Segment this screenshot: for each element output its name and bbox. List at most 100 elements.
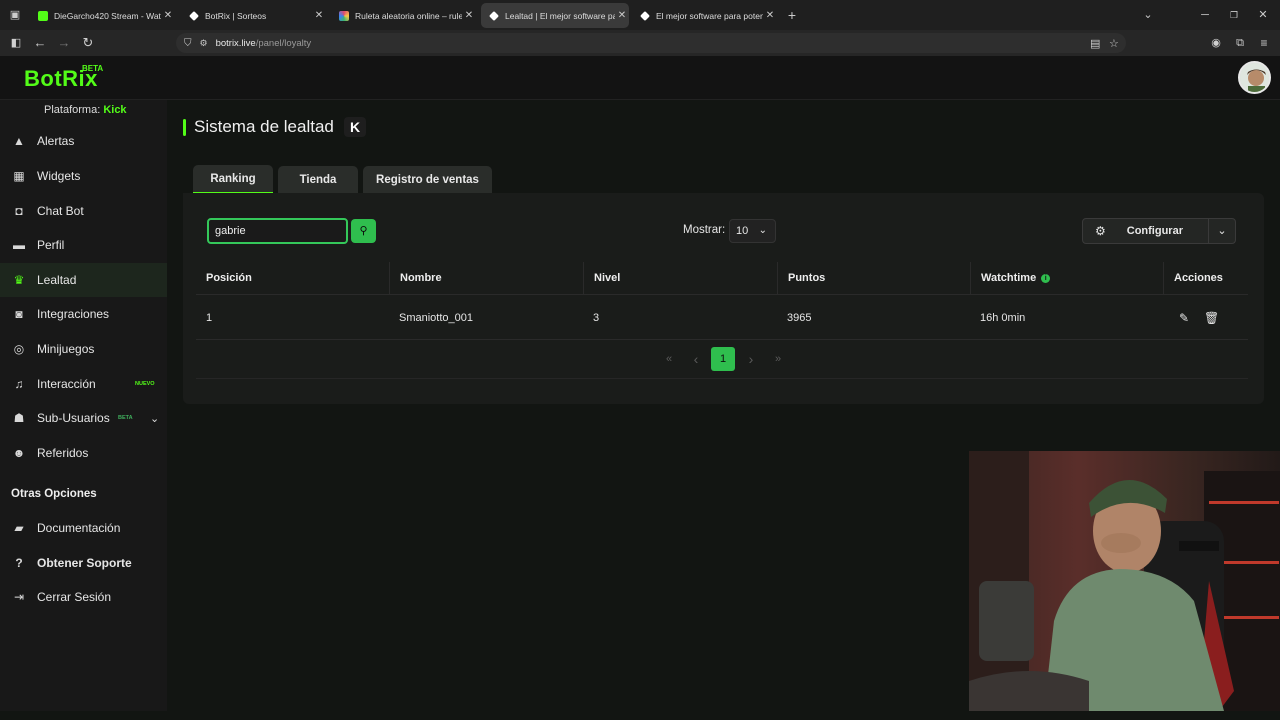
browser-tab[interactable]: Ruleta aleatoria online – ruleta de ✕ [331, 3, 476, 28]
kick-platform-icon: K [344, 117, 366, 137]
kick-favicon-icon [38, 10, 48, 21]
sidebar-item-perfil[interactable]: ▬ Perfil [0, 228, 167, 262]
search-button[interactable]: ⚲ [351, 219, 376, 243]
app-header [0, 56, 1280, 100]
configure-button[interactable]: ⚙ Configurar [1082, 218, 1209, 244]
page-current-button[interactable]: 1 [711, 347, 735, 371]
address-bar-row: ◧ ← → ↻ ⛉ ⚙ botrix.live/panel/loyalty ▤ … [0, 30, 1280, 56]
extensions-icon[interactable]: ⧉ [1231, 34, 1249, 52]
beta-badge: BETA [82, 64, 104, 73]
table-header: Posición Nombre Nivel Puntos Watchtime i … [196, 262, 1248, 295]
avatar[interactable] [1238, 61, 1271, 94]
minimize-icon[interactable]: ─ [1196, 6, 1214, 24]
info-icon[interactable]: i [1041, 273, 1051, 283]
sidebar-item-widgets[interactable]: ▦ Widgets [0, 159, 167, 193]
wheel-favicon-icon [339, 10, 349, 21]
page-last-button[interactable]: » [766, 347, 790, 371]
column-header: Nivel [583, 262, 777, 295]
tab-registro-ventas[interactable]: Registro de ventas [363, 166, 492, 194]
question-icon: ? [15, 556, 23, 570]
section-title: Otras Opciones [11, 488, 97, 500]
sidebar-item-referidos[interactable]: ☻ Referidos [0, 436, 167, 470]
grid-icon: ▦ [13, 169, 25, 183]
trophy-icon: ♛ [13, 273, 25, 287]
users-icon: ☗ [13, 411, 25, 425]
close-tab-icon[interactable]: ✕ [161, 10, 175, 21]
new-tab-button[interactable]: + [783, 6, 801, 24]
close-tab-icon[interactable]: ✕ [615, 10, 629, 21]
bookmark-star-icon[interactable]: ☆ [1109, 37, 1119, 50]
browser-tab-active[interactable]: Lealtad | El mejor software para p ✕ [481, 3, 629, 28]
column-header-watchtime: Watchtime i [970, 262, 1163, 295]
cell-watchtime: 16h 0min [980, 312, 1026, 324]
close-window-icon[interactable]: ✕ [1254, 6, 1272, 24]
sidebar-item-minijuegos[interactable]: ◎ Minijuegos [0, 332, 167, 366]
tab-tienda[interactable]: Tienda [278, 166, 358, 194]
sidebar-item-cerrar-sesion[interactable]: ⇥ Cerrar Sesión [0, 580, 167, 614]
trash-icon[interactable]: 🗑 [1194, 296, 1219, 340]
webcam-image [969, 451, 1280, 711]
sidebar-item-sub-usuarios[interactable]: ☗ Sub-Usuarios BETA ⌄ [0, 401, 167, 435]
forward-icon[interactable]: → [55, 34, 73, 52]
logout-icon: ⇥ [13, 590, 25, 604]
title-accent [183, 119, 186, 136]
account-icon[interactable]: ◉ [1207, 34, 1225, 52]
webcam-overlay [969, 451, 1280, 711]
sidebar-item-documentacion[interactable]: ▰ Documentación [0, 511, 167, 545]
sidebar-item-chat-bot[interactable]: ◘ Chat Bot [0, 194, 167, 228]
page-title: Sistema de lealtad [194, 117, 334, 136]
browser-tab-bar: ▣ DieGarcho420 Stream - Watch Li ✕ BotRi… [0, 0, 1280, 30]
tab-list-icon[interactable]: ⌄ [1139, 6, 1157, 24]
warning-icon: ▲ [13, 134, 25, 148]
page-prev-button[interactable]: ‹ [684, 347, 708, 371]
plug-icon: ◙ [15, 307, 23, 321]
column-header: Puntos [777, 262, 970, 295]
column-header: Posición [206, 272, 252, 284]
chevron-down-icon: ⌄ [1217, 225, 1227, 237]
robot-icon: ◘ [15, 204, 23, 218]
url-field[interactable]: ⛉ ⚙ botrix.live/panel/loyalty ▤ ☆ [176, 33, 1126, 53]
sidebar-item-lealtad[interactable]: ♛ Lealtad [0, 263, 167, 297]
close-tab-icon[interactable]: ✕ [462, 10, 476, 21]
show-label: Mostrar: [683, 224, 726, 236]
chevron-down-icon[interactable]: ⌄ [150, 412, 159, 425]
column-header: Nombre [389, 262, 583, 295]
search-input[interactable]: gabrie [207, 218, 348, 244]
configure-dropdown-button[interactable]: ⌄ [1208, 218, 1236, 244]
sidebar-item-integraciones[interactable]: ◙ Integraciones [0, 297, 167, 331]
gamepad-icon: ◎ [13, 342, 25, 356]
sidebar-item-soporte[interactable]: ? Obtener Soporte [0, 546, 167, 580]
close-tab-icon[interactable]: ✕ [312, 10, 326, 21]
column-header: Acciones [1163, 262, 1248, 295]
menu-icon[interactable]: ≡ [1255, 34, 1273, 52]
tab-overview-icon[interactable]: ▣ [6, 6, 24, 24]
reader-view-icon[interactable]: ▤ [1090, 37, 1100, 50]
chevron-down-icon: ⌄ [758, 225, 767, 236]
sidebar-toggle-icon[interactable]: ◧ [7, 34, 25, 52]
browser-tab[interactable]: BotRix | Sorteos ✕ [181, 3, 326, 28]
site-settings-icon[interactable]: ⚙ [200, 38, 208, 49]
new-badge: NUEVO [135, 381, 155, 387]
tab-ranking[interactable]: Ranking [193, 165, 273, 194]
edit-icon[interactable]: ✎ [1169, 296, 1189, 340]
page-first-button[interactable]: « [657, 347, 681, 371]
botrix-favicon-icon [489, 10, 499, 21]
page-next-button[interactable]: › [739, 347, 763, 371]
divider [196, 378, 1248, 379]
browser-tab[interactable]: DieGarcho420 Stream - Watch Li ✕ [30, 3, 175, 28]
reload-icon[interactable]: ↻ [79, 34, 97, 52]
cell-puntos: 3965 [787, 312, 812, 324]
cell-nivel: 3 [593, 312, 600, 324]
cell-posicion: 1 [206, 312, 213, 324]
close-tab-icon[interactable]: ✕ [763, 10, 777, 21]
botrix-favicon-icon [640, 10, 650, 21]
sidebar-item-interaccion[interactable]: ♫ Interacción NUEVO [0, 367, 167, 401]
bottom-strip [0, 711, 1280, 720]
page-size-select[interactable]: 10 ⌄ [729, 219, 776, 243]
cell-nombre: Smaniotto_001 [399, 312, 473, 324]
search-icon: ⚲ [359, 225, 368, 237]
browser-tab[interactable]: El mejor software para potenciar t ✕ [632, 3, 777, 28]
sidebar-item-alertas[interactable]: ▲ Alertas [0, 124, 167, 158]
maximize-icon[interactable]: ❐ [1225, 6, 1243, 24]
back-icon[interactable]: ← [31, 34, 49, 52]
